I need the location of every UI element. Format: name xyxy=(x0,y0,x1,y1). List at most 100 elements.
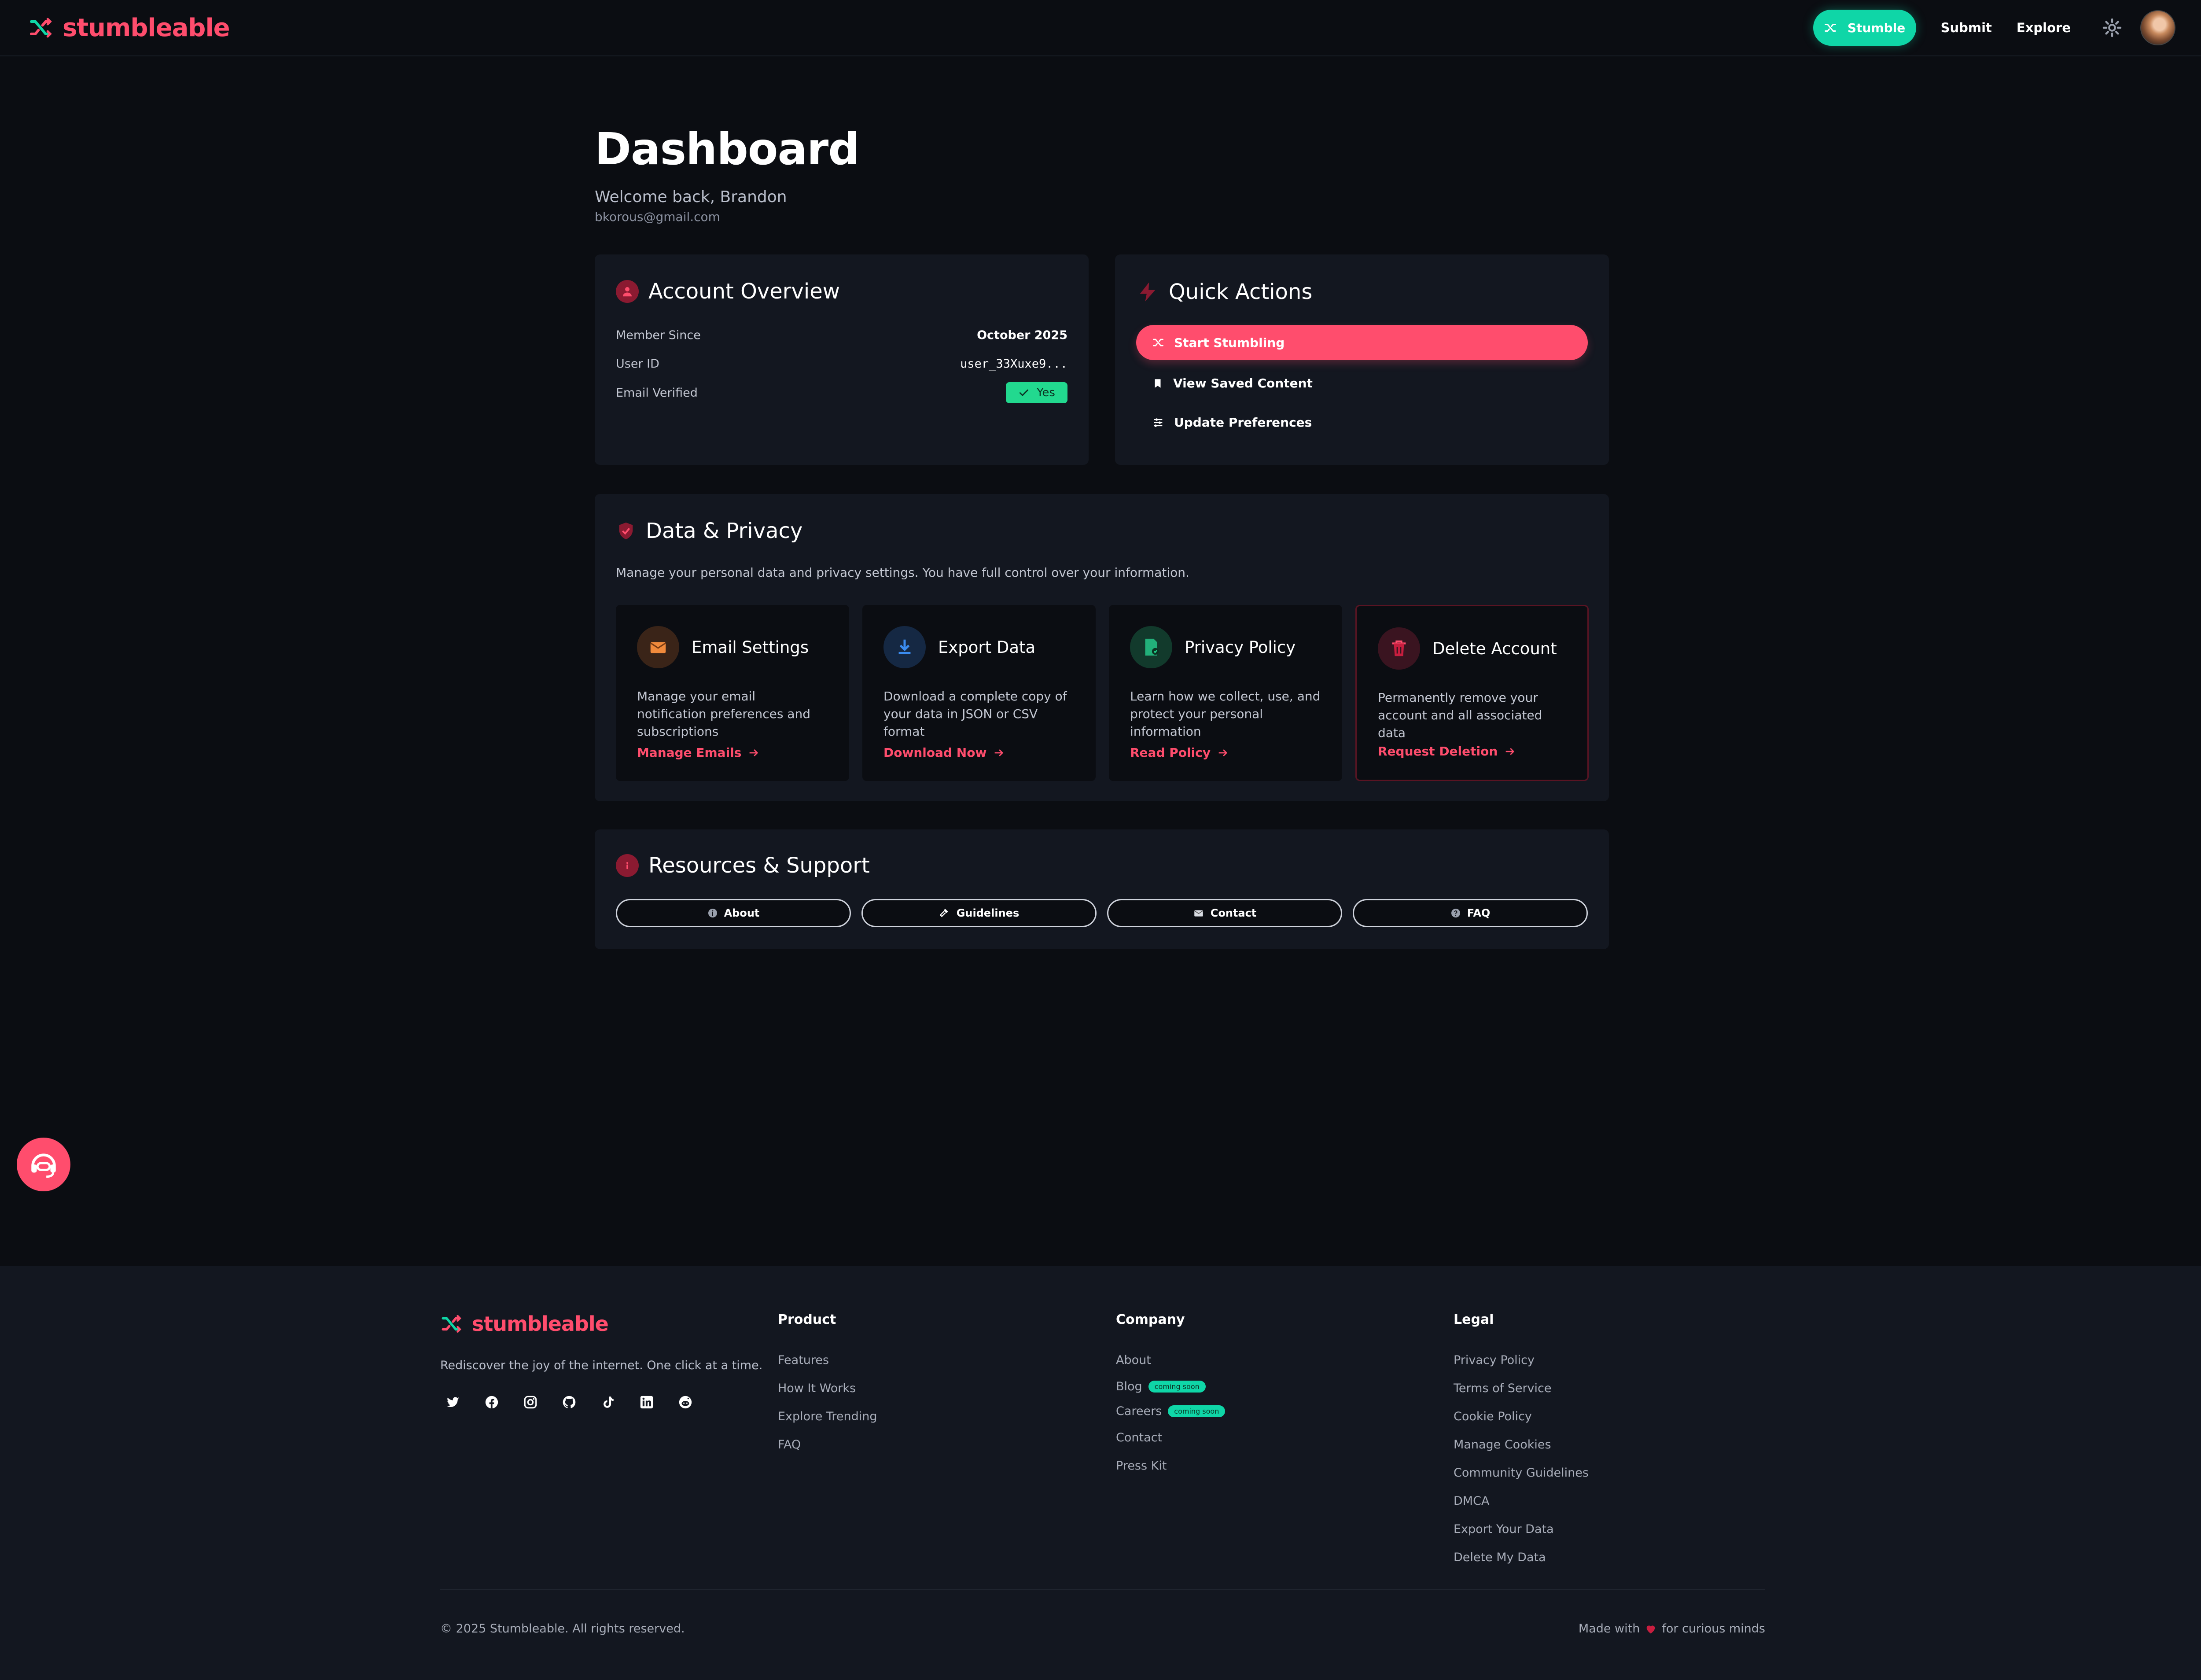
arrow-right-icon xyxy=(1505,748,1515,755)
tiktok-icon[interactable] xyxy=(600,1394,616,1411)
contact-label: Contact xyxy=(1210,907,1257,919)
shuffle-icon xyxy=(29,18,52,38)
instagram-icon[interactable] xyxy=(522,1394,539,1411)
brand-logo-link[interactable]: stumbleable xyxy=(28,14,230,42)
page-title: Dashboard xyxy=(595,123,860,175)
export-data-title: Export Data xyxy=(938,637,1036,657)
member-since-value: October 2025 xyxy=(977,328,1067,342)
start-stumbling-button[interactable]: Start Stumbling xyxy=(1136,325,1588,360)
delete-account-card: Delete Account Permanently remove your a… xyxy=(1355,605,1589,781)
arrow-right-icon xyxy=(750,749,758,756)
privacy-policy-text: Learn how we collect, use, and protect y… xyxy=(1130,689,1321,739)
footer-link-manage-cookies[interactable]: Manage Cookies xyxy=(1454,1430,1589,1459)
trash-icon xyxy=(1378,627,1420,670)
footer-link-export-data[interactable]: Export Your Data xyxy=(1454,1515,1589,1543)
footer-link-explore-trending[interactable]: Explore Trending xyxy=(778,1402,877,1430)
footer-link-features[interactable]: Features xyxy=(778,1346,877,1374)
footer-link-cookie-policy[interactable]: Cookie Policy xyxy=(1454,1402,1589,1430)
card-title: Resources & Support xyxy=(616,853,870,878)
download-now-link[interactable]: Download Now xyxy=(883,745,1005,760)
gear-icon[interactable] xyxy=(2102,17,2123,38)
arrow-right-icon xyxy=(1218,749,1228,756)
reddit-icon[interactable] xyxy=(677,1394,694,1411)
privacy-policy-title: Privacy Policy xyxy=(1185,637,1296,657)
data-privacy-title: Data & Privacy xyxy=(646,519,803,543)
footer-link-faq[interactable]: FAQ xyxy=(778,1430,877,1459)
footer-link-delete-data[interactable]: Delete My Data xyxy=(1454,1543,1589,1571)
stumble-button[interactable]: Stumble xyxy=(1813,10,1916,46)
footer-brand[interactable]: stumbleable xyxy=(440,1312,609,1336)
view-saved-label: View Saved Content xyxy=(1173,376,1313,391)
faq-button[interactable]: FAQ xyxy=(1353,899,1588,927)
quick-actions-card: Quick Actions Start Stumbling View Saved… xyxy=(1115,254,1609,465)
update-preferences-button[interactable]: Update Preferences xyxy=(1136,415,1588,430)
request-deletion-link[interactable]: Request Deletion xyxy=(1378,744,1516,759)
read-policy-link[interactable]: Read Policy xyxy=(1130,745,1229,760)
document-shield-icon xyxy=(1130,626,1172,668)
question-icon xyxy=(1451,909,1460,917)
submit-link[interactable]: Submit xyxy=(1941,20,1992,35)
footer-legal-column: Legal Privacy Policy Terms of Service Co… xyxy=(1454,1312,1589,1571)
footer-link-about[interactable]: About xyxy=(1116,1346,1225,1374)
made-with-pre: Made with xyxy=(1578,1622,1640,1636)
heart-icon xyxy=(1646,1625,1655,1633)
footer-product-title: Product xyxy=(778,1312,836,1327)
card-title: Account Overview xyxy=(616,279,1067,304)
sliders-icon xyxy=(1154,418,1163,427)
guidelines-button[interactable]: Guidelines xyxy=(861,899,1097,927)
footer-link-how-it-works[interactable]: How It Works xyxy=(778,1374,877,1402)
info-icon xyxy=(708,909,717,917)
data-privacy-description: Manage your personal data and privacy se… xyxy=(616,565,1189,580)
footer-link-terms[interactable]: Terms of Service xyxy=(1454,1374,1589,1402)
manage-emails-link[interactable]: Manage Emails xyxy=(637,745,760,760)
delete-account-title: Delete Account xyxy=(1432,639,1557,658)
shuffle-icon xyxy=(442,1315,462,1333)
top-nav: stumbleable Stumble Submit Explore xyxy=(0,0,2201,56)
footer-link-careers[interactable]: Careers coming soon xyxy=(1116,1399,1226,1423)
account-overview-title: Account Overview xyxy=(648,279,840,304)
footer-tagline: Rediscover the joy of the internet. One … xyxy=(440,1359,763,1372)
made-with-text: Made with for curious minds xyxy=(1579,1622,1765,1636)
contact-button[interactable]: Contact xyxy=(1107,899,1342,927)
email-settings-card: Email Settings Manage your email notific… xyxy=(616,605,849,781)
request-deletion-label: Request Deletion xyxy=(1378,744,1498,759)
facebook-icon[interactable] xyxy=(483,1394,500,1411)
footer-link-blog[interactable]: Blog coming soon xyxy=(1116,1374,1225,1399)
brand-name: stumbleable xyxy=(63,13,230,42)
update-preferences-label: Update Preferences xyxy=(1174,415,1312,430)
footer-link-privacy-policy[interactable]: Privacy Policy xyxy=(1454,1346,1589,1374)
about-button[interactable]: About xyxy=(616,899,851,927)
arrow-right-icon xyxy=(995,749,1004,756)
headset-icon xyxy=(31,1153,56,1178)
view-saved-content-button[interactable]: View Saved Content xyxy=(1136,376,1588,391)
support-chat-button[interactable] xyxy=(17,1138,70,1191)
email-settings-title: Email Settings xyxy=(692,637,809,657)
faq-label: FAQ xyxy=(1467,907,1491,919)
manage-emails-label: Manage Emails xyxy=(637,745,742,760)
envelope-icon xyxy=(637,626,679,668)
footer-link-community-guidelines[interactable]: Community Guidelines xyxy=(1454,1459,1589,1487)
download-now-label: Download Now xyxy=(883,745,987,760)
coming-soon-badge: coming soon xyxy=(1148,1380,1206,1393)
footer-brand-name: stumbleable xyxy=(472,1312,609,1336)
export-data-text: Download a complete copy of your data in… xyxy=(883,689,1067,739)
footer-link-contact[interactable]: Contact xyxy=(1116,1423,1225,1452)
coming-soon-badge: coming soon xyxy=(1168,1405,1226,1417)
explore-link[interactable]: Explore xyxy=(2017,20,2071,35)
user-avatar[interactable] xyxy=(2140,10,2175,45)
footer-divider xyxy=(440,1589,1765,1590)
gavel-icon xyxy=(939,909,948,917)
footer-link-press-kit[interactable]: Press Kit xyxy=(1116,1452,1225,1480)
account-overview-card: Account Overview Member Since October 20… xyxy=(595,254,1089,465)
footer-link-dmca[interactable]: DMCA xyxy=(1454,1487,1589,1515)
user-id-row: User ID user_33Xuxe9... xyxy=(616,357,1067,371)
resources-title: Resources & Support xyxy=(648,853,870,878)
member-since-row: Member Since October 2025 xyxy=(616,328,1067,342)
delete-account-text: Permanently remove your account and all … xyxy=(1378,690,1542,740)
linkedin-icon[interactable] xyxy=(638,1394,655,1411)
twitter-icon[interactable] xyxy=(445,1394,461,1411)
resources-support-card: Resources & Support About Guidelines Con… xyxy=(595,829,1609,949)
github-icon[interactable] xyxy=(561,1394,578,1411)
copyright-text: © 2025 Stumbleable. All rights reserved. xyxy=(440,1622,685,1636)
user-id-value: user_33Xuxe9... xyxy=(960,357,1067,371)
